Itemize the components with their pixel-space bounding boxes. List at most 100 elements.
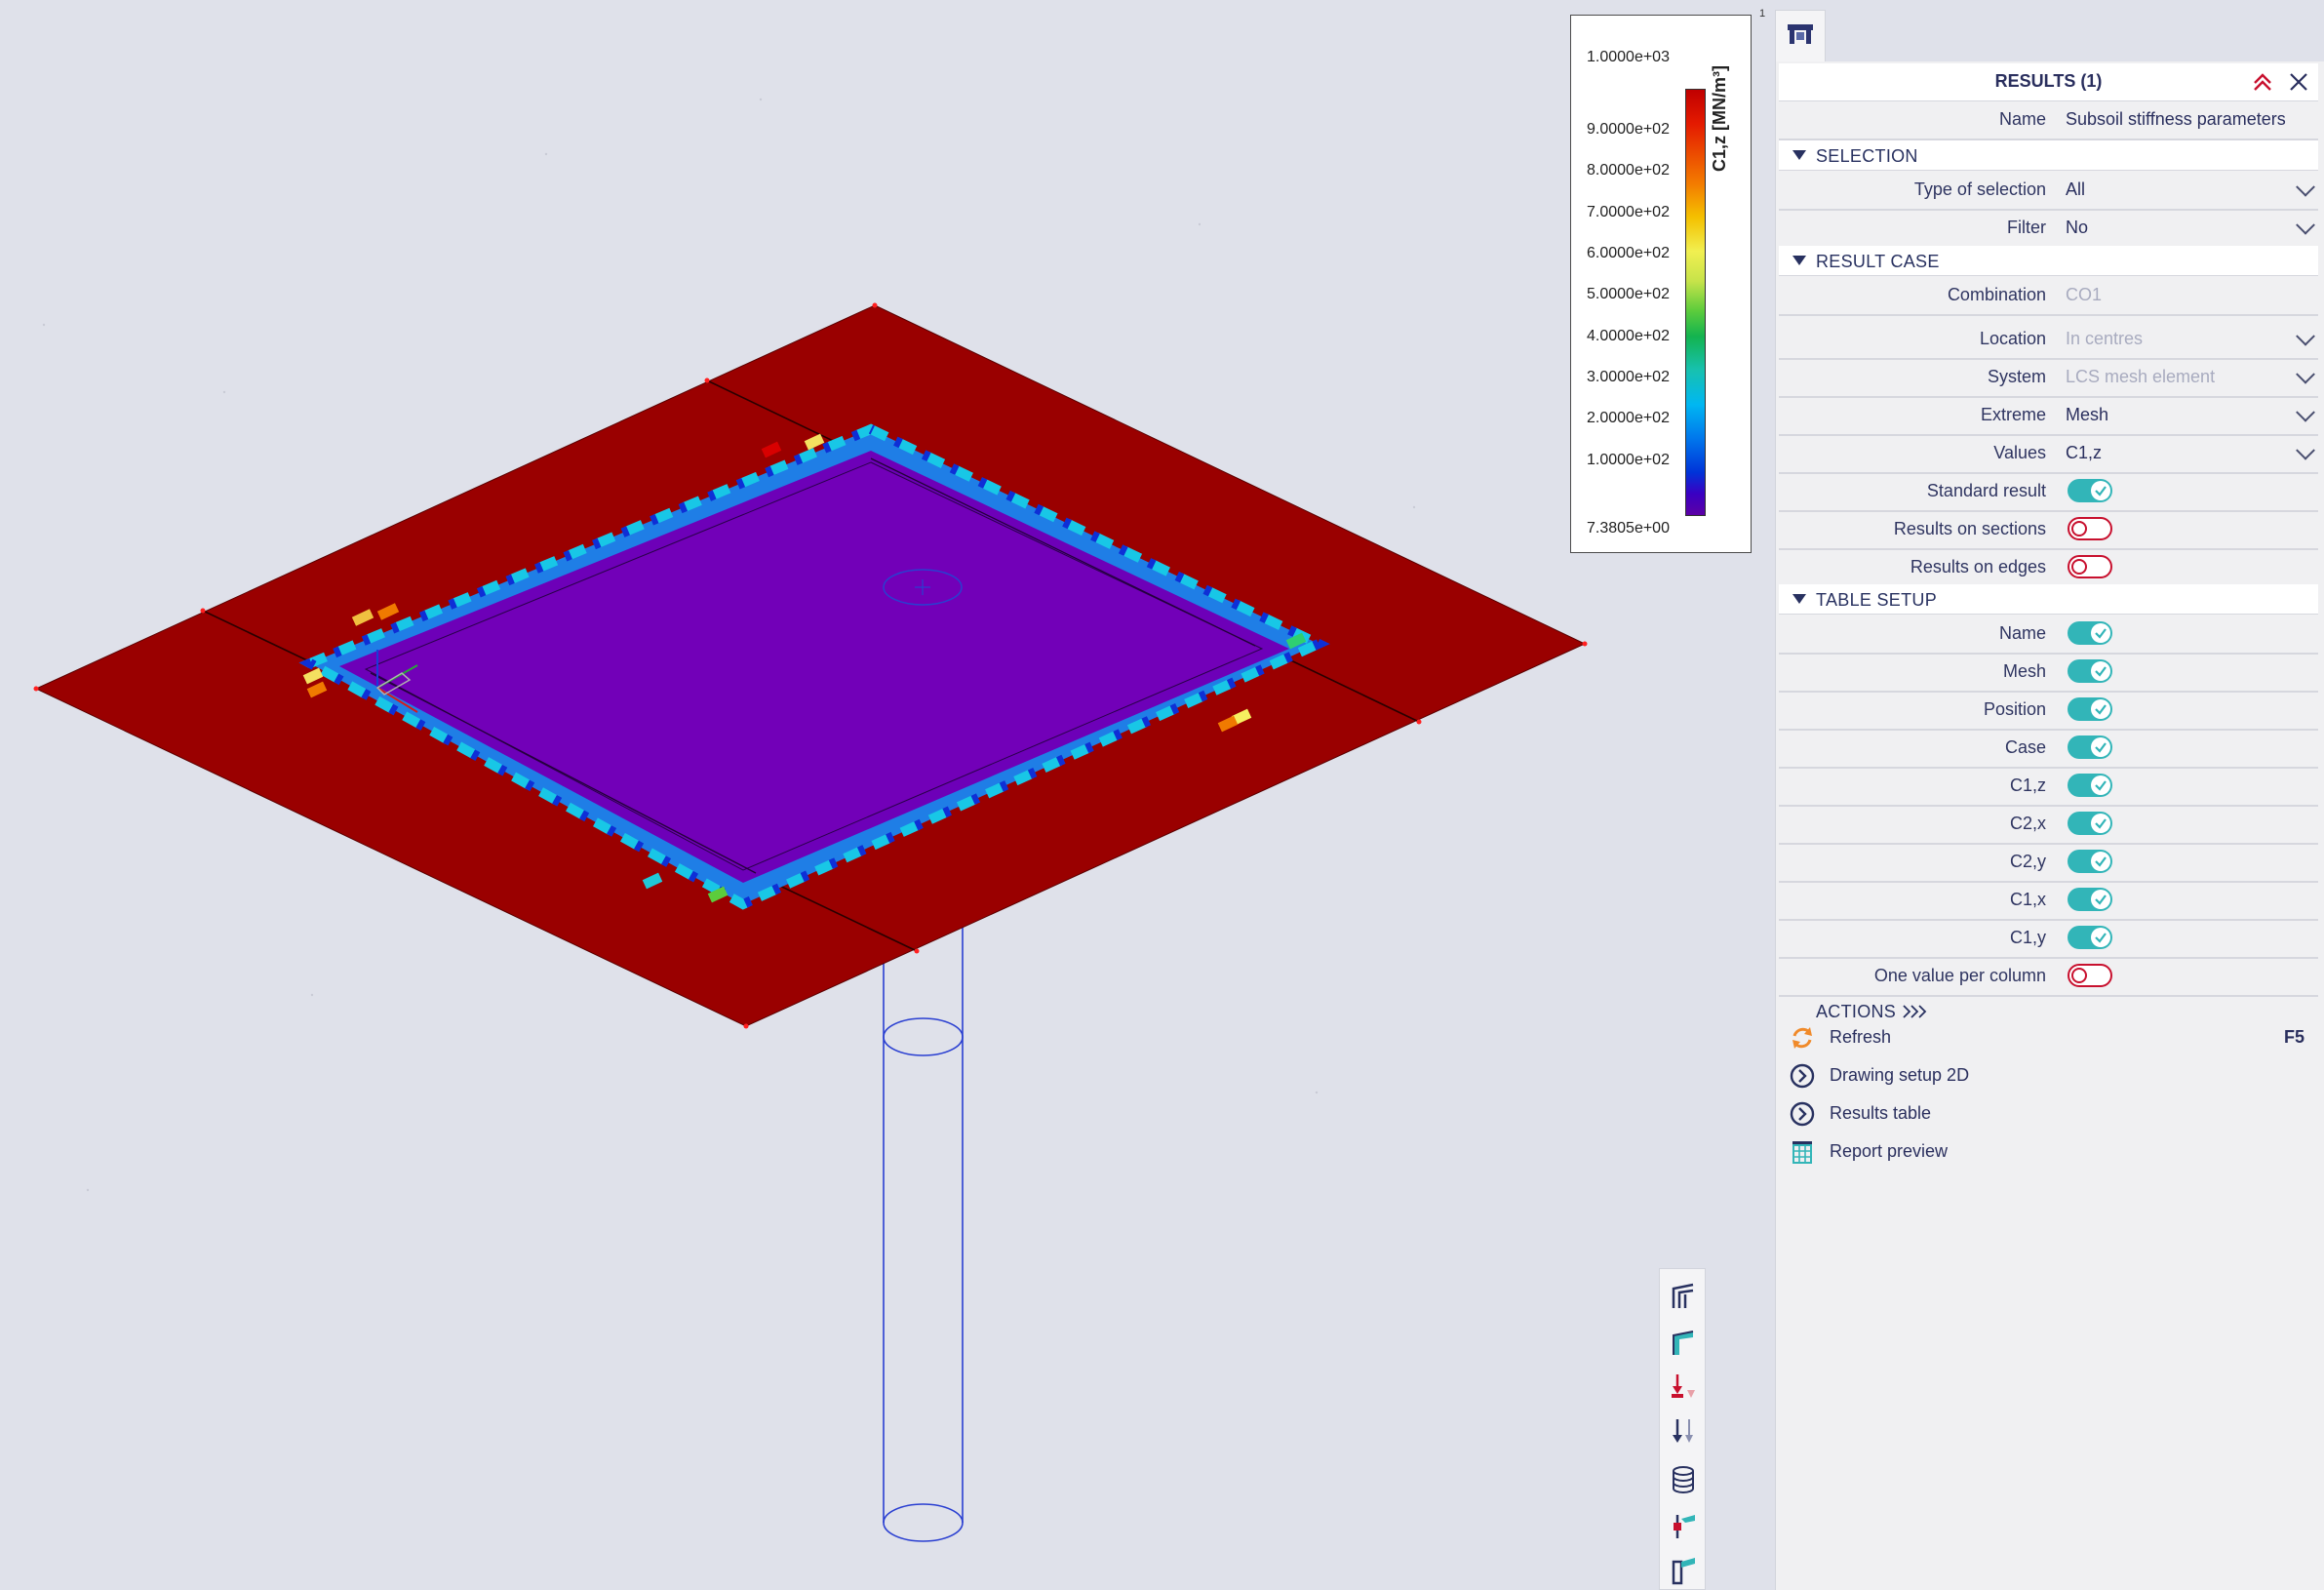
legend-marker: 1 — [1759, 8, 1766, 20]
table-c1x-toggle[interactable] — [2068, 888, 2112, 911]
column — [883, 925, 964, 1542]
chevron-down-icon — [2296, 402, 2315, 422]
field-value: No — [2066, 218, 2089, 237]
values-dropdown[interactable]: C1,z — [2055, 434, 2318, 472]
table-position-toggle[interactable] — [2068, 697, 2112, 721]
collapse-triangle-icon — [1792, 150, 1806, 160]
refresh-action[interactable]: Refresh F5 — [1779, 1019, 2318, 1056]
check-icon — [2095, 894, 2107, 905]
database-icon[interactable] — [1668, 1464, 1699, 1495]
section-result-case[interactable]: RESULT CASE — [1779, 246, 2318, 276]
field-label: Extreme — [1980, 405, 2046, 424]
chevron-circle-icon — [1790, 1101, 1815, 1127]
system-dropdown: LCS mesh element — [2055, 358, 2318, 396]
field-label: Type of selection — [1913, 179, 2046, 199]
one-value-per-column-toggle[interactable] — [2068, 964, 2112, 987]
table-name-toggle[interactable] — [2068, 621, 2112, 645]
check-icon — [2095, 780, 2107, 791]
table-name-row: Name — [1779, 615, 2318, 655]
legend-label: 2.0000e+02 — [1587, 410, 1670, 426]
panel-tab-results[interactable] — [1775, 10, 1826, 62]
field-label: Case — [2004, 737, 2046, 757]
field-label: Results on edges — [1910, 557, 2046, 576]
chevron-down-icon — [2296, 177, 2315, 197]
field-label: Filter — [2007, 218, 2046, 237]
table-c1z-toggle[interactable] — [2068, 774, 2112, 797]
supports-icon[interactable] — [1668, 1415, 1699, 1447]
legend-label: 1.0000e+03 — [1587, 49, 1670, 65]
legend-label: 7.3805e+00 — [1587, 520, 1670, 537]
type-of-selection-row: Type of selection All — [1779, 171, 2318, 211]
frame-shaded-icon[interactable] — [1668, 1326, 1699, 1357]
field-label: C2,x — [2009, 814, 2046, 833]
action-label: Results table — [1830, 1103, 1932, 1123]
collapse-triangle-icon — [1792, 256, 1806, 265]
check-icon — [2095, 933, 2107, 943]
results-on-edges-row: Results on edges — [1779, 548, 2318, 588]
section-selection[interactable]: SELECTION — [1779, 140, 2318, 171]
table-position-row: Position — [1779, 691, 2318, 731]
report-icon — [1792, 1141, 1812, 1164]
one-value-per-column-row: One value per column — [1779, 957, 2318, 997]
check-icon — [2095, 704, 2107, 715]
type-of-selection-dropdown[interactable]: All — [2055, 171, 2318, 209]
field-value: Mesh — [2066, 405, 2109, 424]
table-mesh-toggle[interactable] — [2068, 659, 2112, 683]
3d-viewport[interactable] — [0, 0, 1770, 1590]
table-mesh-row: Mesh — [1779, 653, 2318, 693]
table-c1y-toggle[interactable] — [2068, 926, 2112, 949]
standard-result-row: Standard result — [1779, 472, 2318, 512]
field-value: All — [2066, 179, 2086, 199]
results-table-action[interactable]: Results table — [1779, 1095, 2318, 1133]
loads-icon[interactable] — [1668, 1371, 1699, 1402]
drawing-setup-2d-action[interactable]: Drawing setup 2D — [1779, 1057, 2318, 1094]
results-on-edges-toggle[interactable] — [2068, 555, 2112, 578]
field-label: Standard result — [1926, 481, 2046, 500]
model-drawing — [33, 98, 1588, 1542]
combination-value: CO1 — [2066, 285, 2103, 304]
field-label: C1,z — [2009, 775, 2046, 795]
section-title: TABLE SETUP — [1816, 590, 1938, 610]
results-on-sections-row: Results on sections — [1779, 510, 2318, 550]
field-value: LCS mesh element — [2066, 367, 2216, 386]
field-label: Results on sections — [1893, 519, 2046, 538]
action-label: Drawing setup 2D — [1830, 1065, 1970, 1085]
section-icon[interactable] — [1668, 1554, 1699, 1585]
action-shortcut: F5 — [2283, 1027, 2304, 1047]
report-preview-action[interactable]: Report preview — [1779, 1133, 2318, 1171]
panel-title: RESULTS (1) — [1994, 71, 2103, 91]
member-icon[interactable] — [1668, 1509, 1699, 1540]
collapse-icon[interactable] — [2250, 69, 2275, 95]
name-field[interactable]: Subsoil stiffness parameters — [2055, 100, 2318, 139]
chevron-circle-icon — [1790, 1063, 1815, 1089]
table-c2x-row: C2,x — [1779, 805, 2318, 845]
check-icon — [2095, 818, 2107, 829]
legend-color-bar — [1685, 89, 1706, 516]
chevron-down-icon — [2296, 326, 2315, 346]
check-icon — [2095, 742, 2107, 753]
table-c2y-toggle[interactable] — [2068, 850, 2112, 873]
frame-view-icon[interactable] — [1668, 1281, 1699, 1312]
properties-panel: RESULTS (1) Name Subsoil stiffness param… — [1775, 61, 2324, 1590]
panel-header: RESULTS (1) — [1779, 63, 2318, 101]
name-value: Subsoil stiffness parameters — [2066, 109, 2286, 129]
field-value: In centres — [2066, 329, 2144, 348]
standard-result-toggle[interactable] — [2068, 479, 2112, 502]
system-row: System LCS mesh element — [1779, 358, 2318, 398]
filter-dropdown[interactable]: No — [2055, 209, 2318, 247]
legend-label: 3.0000e+02 — [1587, 369, 1670, 385]
legend-label: 7.0000e+02 — [1587, 204, 1670, 220]
results-on-sections-toggle[interactable] — [2068, 517, 2112, 540]
check-icon — [2095, 666, 2107, 677]
extreme-dropdown[interactable]: Mesh — [2055, 396, 2318, 434]
section-table-setup[interactable]: TABLE SETUP — [1779, 584, 2318, 615]
table-c2x-toggle[interactable] — [2068, 812, 2112, 835]
action-label: Report preview — [1830, 1141, 1949, 1161]
field-value: C1,z — [2066, 443, 2103, 462]
section-title: SELECTION — [1816, 146, 1918, 166]
table-case-toggle[interactable] — [2068, 735, 2112, 759]
name-row: Name Subsoil stiffness parameters — [1779, 100, 2318, 140]
close-icon[interactable] — [2288, 71, 2309, 93]
field-label: Mesh — [2002, 661, 2046, 681]
field-label: One value per column — [1873, 966, 2046, 985]
